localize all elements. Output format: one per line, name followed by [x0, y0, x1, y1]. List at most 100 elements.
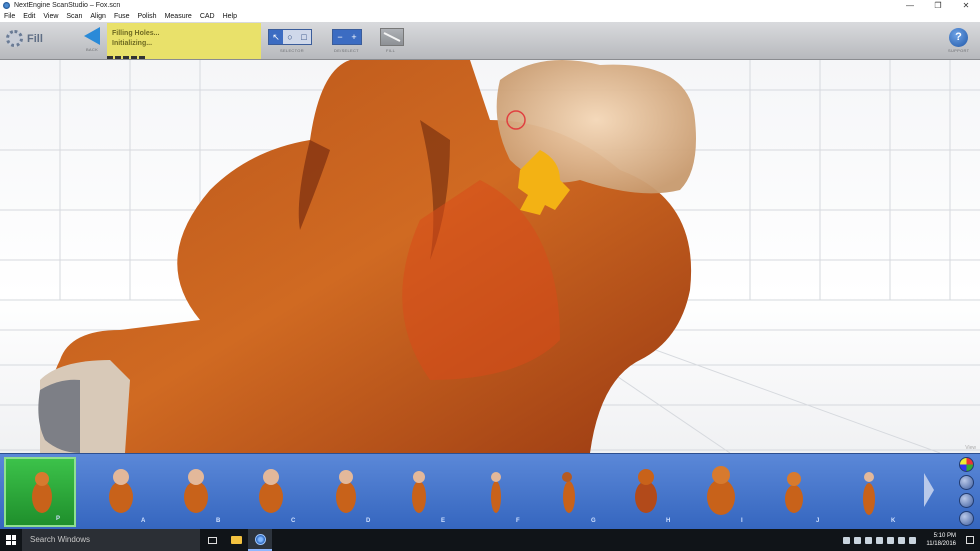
thumbnail-label: F	[516, 518, 520, 524]
scan-thumbnail-strip: P A B C D E F G H I J K	[0, 453, 980, 529]
close-button[interactable]: ✕	[952, 0, 980, 11]
app-icon	[3, 2, 10, 9]
thumbnail-d[interactable]: D	[310, 457, 382, 527]
menu-polish[interactable]: Polish	[134, 13, 161, 20]
deselect-label: DE/SELECT	[334, 48, 359, 53]
back-label: BACK	[85, 47, 99, 52]
fox-thumbnail-icon	[491, 472, 501, 513]
menu-cad[interactable]: CAD	[196, 13, 219, 20]
view-controls	[955, 457, 977, 526]
thumbnail-e[interactable]: E	[385, 457, 457, 527]
thumbnail-label: K	[891, 518, 896, 524]
deselect-group: − +	[332, 29, 362, 45]
fox-thumbnail-icon	[259, 469, 283, 513]
fox-thumbnail-icon	[412, 471, 426, 513]
thumbnail-label: B	[216, 518, 221, 524]
fox-scan-model	[38, 60, 696, 453]
back-button[interactable]: BACK	[81, 27, 103, 53]
menu-view[interactable]: View	[39, 13, 62, 20]
menu-bar: File Edit View Scan Align Fuse Polish Me…	[0, 11, 980, 22]
fox-thumbnail-icon	[863, 472, 875, 515]
rect-select-button[interactable]: □	[297, 30, 311, 44]
3d-viewport[interactable]: View	[0, 60, 980, 453]
menu-help[interactable]: Help	[219, 13, 241, 20]
notification-icon[interactable]	[966, 536, 974, 544]
menu-fuse[interactable]: Fuse	[110, 13, 134, 20]
thumbnail-k[interactable]: K	[835, 457, 907, 527]
thumbnail-label: E	[441, 518, 446, 524]
fox-thumbnail-icon	[336, 470, 356, 513]
clock[interactable]: 5:10 PM 11/18/2016	[926, 532, 956, 548]
fill-button[interactable]	[380, 28, 404, 46]
gear-icon	[6, 30, 23, 47]
thumbnail-g[interactable]: G	[535, 457, 607, 527]
thumbnail-p[interactable]: P	[4, 457, 76, 527]
thumbnail-i[interactable]: I	[685, 457, 757, 527]
tray-app-icon[interactable]	[865, 536, 873, 544]
help-button[interactable]: ?	[949, 28, 968, 47]
status-panel: Filling Holes... Initializing...	[107, 23, 261, 59]
thumbnail-label: P	[56, 516, 61, 522]
volume-icon[interactable]	[898, 536, 906, 544]
menu-measure[interactable]: Measure	[161, 13, 196, 20]
folder-icon	[230, 536, 242, 544]
tray-app-icon[interactable]	[854, 536, 862, 544]
color-mode-icon[interactable]	[958, 457, 974, 472]
scanstudio-taskbar-button[interactable]	[248, 529, 272, 551]
fox-thumbnail-icon	[109, 469, 133, 513]
mode-title: Fill	[6, 30, 43, 47]
menu-file[interactable]: File	[0, 13, 19, 20]
menu-edit[interactable]: Edit	[19, 13, 39, 20]
thumbnail-b[interactable]: B	[160, 457, 232, 527]
thumbnail-label: I	[741, 518, 743, 524]
task-view-icon	[207, 536, 217, 544]
thumbnail-label: C	[291, 518, 296, 524]
clock-time: 5:10 PM	[933, 533, 956, 539]
thumbnail-c[interactable]: C	[235, 457, 307, 527]
mode-label: Fill	[27, 32, 43, 45]
menu-scan[interactable]: Scan	[62, 13, 86, 20]
fox-thumbnail-icon	[32, 472, 52, 513]
window-title: NextEngine ScanStudio – Fox.scn	[14, 2, 121, 9]
view-sphere-icon[interactable]	[958, 511, 974, 526]
thumbnail-label: J	[816, 518, 820, 524]
thumbnail-h[interactable]: H	[610, 457, 682, 527]
pointer-select-button[interactable]: ↖	[269, 30, 283, 44]
view-label: View	[965, 445, 976, 451]
thumbnail-f[interactable]: F	[460, 457, 532, 527]
network-icon[interactable]	[887, 536, 895, 544]
fill-label: FILL	[386, 48, 396, 53]
thumbnail-label: A	[141, 518, 146, 524]
tray-icons	[843, 536, 917, 544]
minimize-button[interactable]: —	[896, 0, 924, 11]
file-explorer-button[interactable]	[224, 529, 248, 551]
nextengine-icon	[254, 533, 266, 545]
chevron-up-icon[interactable]	[876, 536, 884, 544]
fox-thumbnail-icon	[562, 472, 575, 513]
windows-logo-icon	[6, 535, 16, 545]
title-bar: NextEngine ScanStudio – Fox.scn — ❐ ✕	[0, 0, 980, 11]
lasso-select-button[interactable]: ○	[283, 30, 297, 44]
task-view-button[interactable]	[200, 529, 224, 551]
start-button[interactable]	[0, 529, 22, 551]
thumbnail-next-arrow-icon[interactable]	[924, 473, 934, 507]
status-line-2: Initializing...	[112, 40, 153, 47]
view-sphere-icon[interactable]	[958, 475, 974, 490]
keyboard-icon[interactable]	[909, 536, 917, 544]
select-add-button[interactable]: +	[347, 30, 361, 44]
fox-thumbnail-icon	[635, 469, 657, 513]
view-sphere-icon[interactable]	[958, 493, 974, 508]
deselect-button[interactable]: −	[333, 30, 347, 44]
help-label: SUPPORT	[948, 48, 970, 53]
taskbar-search[interactable]: Search Windows	[22, 529, 200, 551]
thumbnail-label: G	[591, 518, 596, 524]
viewport-scene	[0, 60, 980, 453]
tray-app-icon[interactable]	[843, 536, 851, 544]
selector-label: SELECTOR	[280, 48, 304, 53]
thumbnail-label: D	[366, 518, 371, 524]
menu-align[interactable]: Align	[86, 13, 110, 20]
thumbnail-j[interactable]: J	[760, 457, 832, 527]
maximize-button[interactable]: ❐	[924, 0, 952, 11]
window-controls: — ❐ ✕	[896, 0, 980, 11]
thumbnail-a[interactable]: A	[85, 457, 157, 527]
